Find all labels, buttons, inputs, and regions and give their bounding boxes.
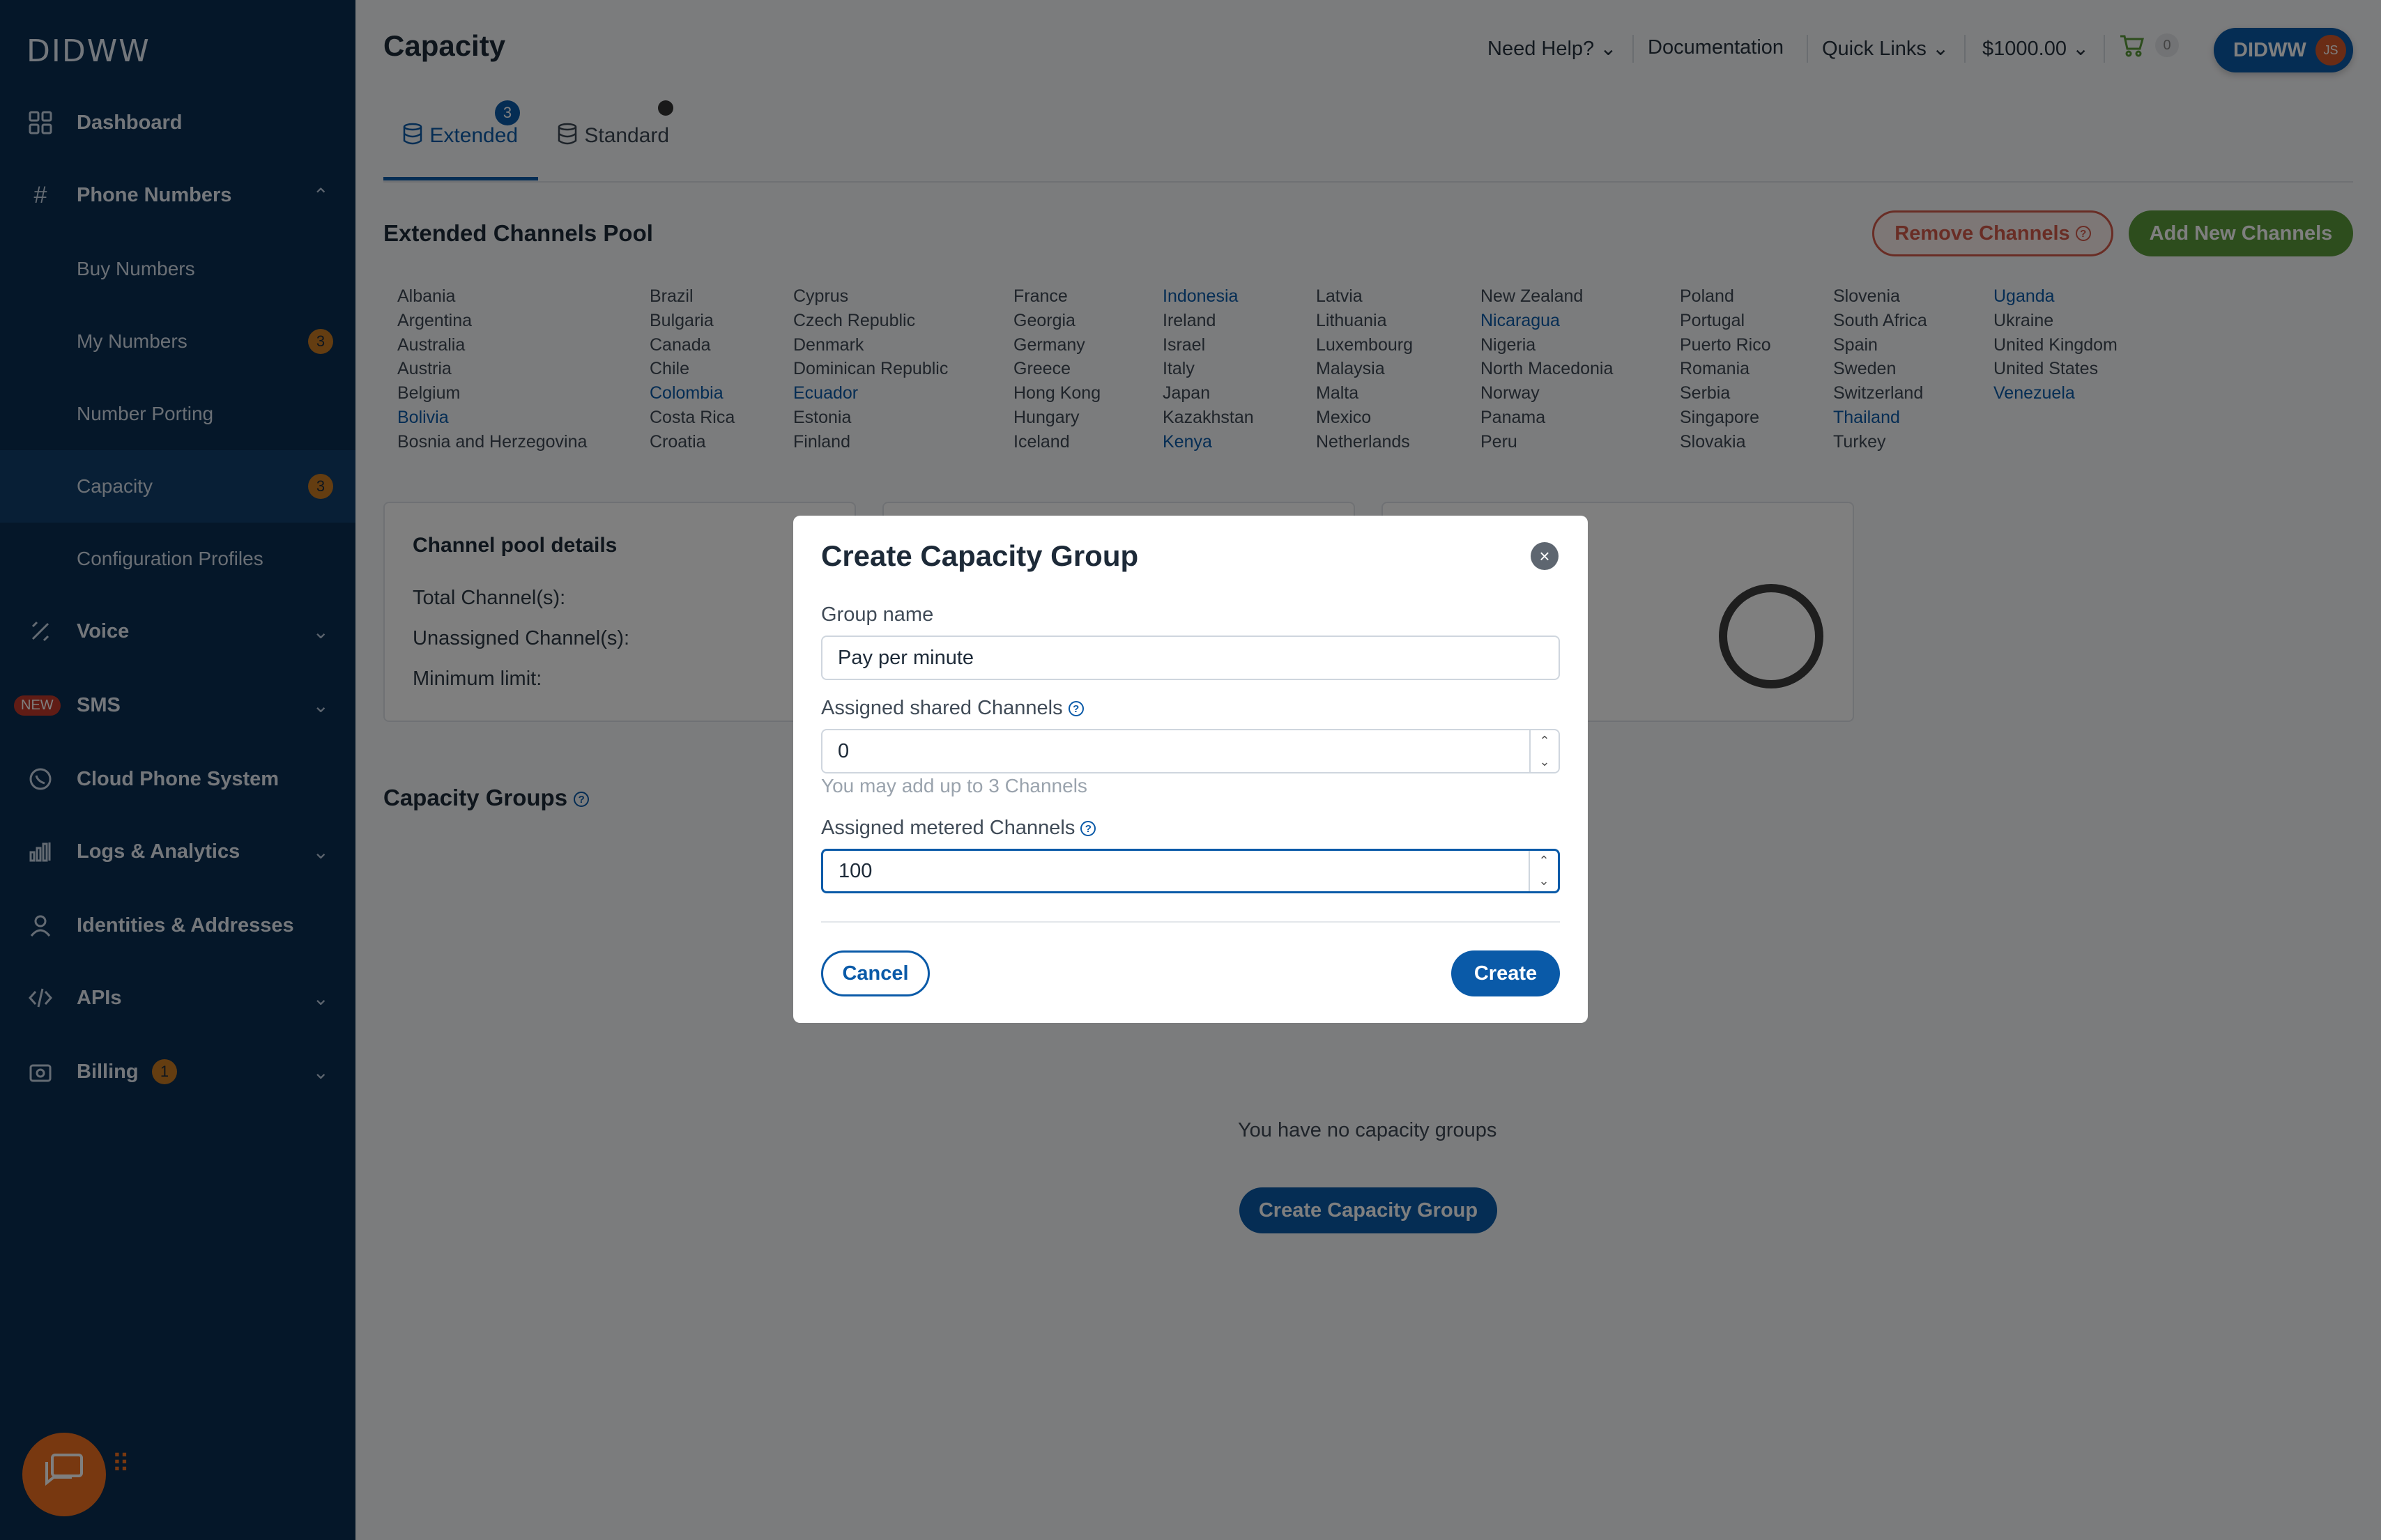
input-value: Pay per minute: [838, 646, 974, 669]
stepper-buttons[interactable]: ⌃ ⌄: [1529, 851, 1558, 891]
group-name-input[interactable]: Pay per minute: [821, 636, 1560, 680]
create-button[interactable]: Create: [1451, 950, 1560, 996]
group-name-label: Group name: [821, 603, 934, 626]
dialog-title: Create Capacity Group: [821, 539, 1139, 572]
chevron-down-icon[interactable]: ⌄: [1538, 874, 1549, 888]
shared-channels-hint: You may add up to 3 Channels: [821, 775, 1087, 796]
create-capacity-group-dialog: Create Capacity Group × Group name Pay p…: [793, 516, 1588, 1023]
shared-channels-stepper[interactable]: 0 ⌃ ⌄: [821, 729, 1560, 773]
chevron-down-icon[interactable]: ⌄: [1539, 755, 1549, 769]
metered-channels-label: Assigned metered Channels ?: [821, 817, 1096, 840]
chevron-up-icon[interactable]: ⌃: [1539, 734, 1549, 748]
help-icon[interactable]: ?: [1068, 701, 1084, 717]
stepper-buttons[interactable]: ⌃ ⌄: [1529, 730, 1559, 772]
chevron-up-icon[interactable]: ⌃: [1538, 854, 1549, 868]
input-value: 100: [839, 859, 873, 882]
input-value: 0: [838, 739, 850, 762]
help-icon[interactable]: ?: [1080, 821, 1096, 837]
dialog-divider: [821, 921, 1560, 923]
shared-channels-label: Assigned shared Channels ?: [821, 697, 1084, 720]
label-text: Assigned metered Channels: [821, 817, 1075, 839]
metered-channels-stepper[interactable]: 100 ⌃ ⌄: [821, 849, 1560, 893]
cancel-button[interactable]: Cancel: [821, 950, 930, 996]
close-icon[interactable]: ×: [1531, 542, 1559, 570]
label-text: Assigned shared Channels: [821, 697, 1063, 719]
